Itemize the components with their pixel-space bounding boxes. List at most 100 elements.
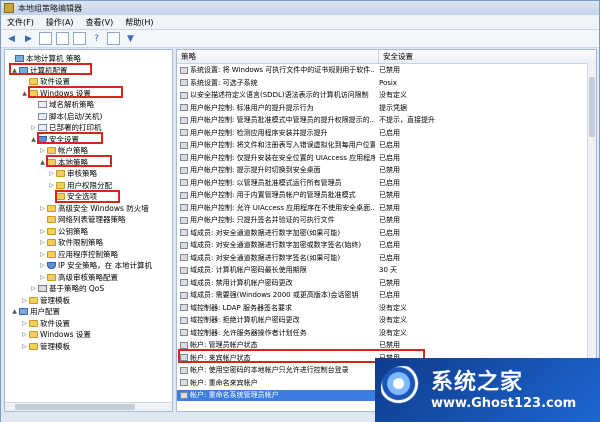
expand-arrow-icon[interactable]: ▷ — [39, 274, 46, 281]
menu-view[interactable]: 查看(V) — [80, 17, 120, 28]
tree-item[interactable]: ▷ 应用程序控制策略 — [39, 249, 118, 260]
expand-arrow-icon[interactable]: ▷ — [21, 343, 28, 350]
table-row[interactable]: 系统设置: 将 Windows 可执行文件中的证书规则用于软件... 已禁用 — [177, 65, 596, 76]
table-row[interactable]: 域控制器: 拒绝计算机帐户密码更改 没有定义 — [177, 315, 596, 326]
policy-cell: 帐户: 重命名来宾帐户 — [177, 378, 375, 388]
tree-item[interactable]: ▷ 软件设置 — [21, 318, 70, 329]
collapse-arrow-icon[interactable]: ▲ — [11, 308, 18, 315]
expand-arrow-icon[interactable]: ▷ — [39, 147, 46, 154]
table-row[interactable]: 域成员: 需要强(Windows 2000 或更高版本)会话密钥 已启用 — [177, 290, 596, 301]
tree-item[interactable]: ▷ 基于策略的 QoS — [30, 283, 104, 294]
collapse-arrow-icon[interactable]: ▲ — [39, 159, 46, 166]
tree-item[interactable]: ▷ 公钥策略 — [39, 226, 88, 237]
shield-icon — [47, 262, 56, 269]
tree-item[interactable]: ▷ 软件限制策略 — [39, 237, 103, 248]
table-row[interactable]: 用户帐户控制: 将文件和注册表写入错误虚拟化到每用户位置 已启用 — [177, 140, 596, 151]
column-policy[interactable]: 策略 — [177, 50, 379, 63]
table-row[interactable]: 用户帐户控制: 仅提升安装在安全位置的 UIAccess 应用程序 已启用 — [177, 153, 596, 164]
policy-name: 用户帐户控制: 用于内置管理员帐户的管理员批准模式 — [190, 191, 356, 200]
tree-item[interactable]: ▷ 高级安全 Windows 防火墙 — [39, 203, 149, 214]
show-tree-icon[interactable] — [56, 32, 69, 45]
table-row[interactable]: 用户帐户控制: 只提升签名并验证的可执行文件 已禁用 — [177, 215, 596, 226]
collapse-arrow-icon[interactable]: ▲ — [21, 90, 28, 97]
tree-pane[interactable]: 本地计算机 策略 ▲ 计算机配置 软件设置 ▲ Windows 设置 域名解析策略 脚本(启动… — [4, 49, 173, 412]
table-row[interactable]: 域成员: 对安全通道数据进行数字签名(如果可能) 已启用 — [177, 253, 596, 264]
expand-arrow-icon[interactable]: ▷ — [48, 170, 55, 177]
tree-item[interactable]: ▷ 管理模板 — [21, 341, 70, 352]
tree-item-label: 软件限制策略 — [58, 238, 103, 247]
table-row[interactable]: 用户帐户控制: 允许 UIAccess 应用程序在不使用安全桌面... 已禁用 — [177, 203, 596, 214]
table-row[interactable]: 用户帐户控制: 管理员批准模式中管理员的提升权限提示的... 不提示，直接提升 — [177, 115, 596, 126]
expand-arrow-icon[interactable]: ▷ — [39, 239, 46, 246]
tree-item[interactable]: ▷ 用户权限分配 — [48, 180, 112, 191]
tree-item[interactable]: ▲ 安全设置 — [30, 134, 79, 145]
help-icon[interactable]: ? — [90, 32, 103, 45]
expand-arrow-icon[interactable]: ▷ — [21, 297, 28, 304]
column-security-setting[interactable]: 安全设置 — [379, 50, 589, 63]
menu-help[interactable]: 帮助(H) — [119, 17, 159, 28]
tree-item[interactable]: ▲ Windows 设置 — [21, 88, 91, 99]
tree-item[interactable]: 本地计算机 策略 — [7, 53, 81, 64]
tree-item[interactable]: ▷ 已部署的打印机 — [30, 122, 101, 133]
table-row[interactable]: 域成员: 对安全通道数据进行数字加密(如果可能) 已启用 — [177, 228, 596, 239]
table-row[interactable]: 帐户: 管理员帐户状态 已禁用 — [177, 340, 596, 351]
table-row[interactable]: 用户帐户控制: 提示提升时切换到安全桌面 已禁用 — [177, 165, 596, 176]
table-row[interactable]: 以安全描述符定义语言(SDDL)语法表示的计算机访问限制 没有定义 — [177, 90, 596, 101]
expand-arrow-icon[interactable]: ▷ — [30, 285, 37, 292]
menu-action[interactable]: 操作(A) — [40, 17, 80, 28]
expand-arrow-icon[interactable]: ▷ — [39, 251, 46, 258]
table-row[interactable]: 域成员: 对安全通道数据进行数字加密或数字签名(始终) 已启用 — [177, 240, 596, 251]
expand-arrow-icon[interactable]: ▷ — [21, 320, 28, 327]
expand-arrow-icon[interactable]: ▷ — [21, 331, 28, 338]
policy-icon — [180, 154, 188, 162]
table-row[interactable]: 用户帐户控制: 用于内置管理员帐户的管理员批准模式 已禁用 — [177, 190, 596, 201]
tree-item[interactable]: ▷ 帐户策略 — [39, 145, 88, 156]
security-setting-value: 已禁用 — [379, 166, 400, 175]
table-row[interactable]: 域成员: 禁用计算机帐户密码更改 已禁用 — [177, 278, 596, 289]
up-icon[interactable] — [39, 32, 52, 45]
tree-item[interactable]: ▲ 本地策略 — [39, 157, 88, 168]
collapse-arrow-icon[interactable]: ▲ — [11, 67, 18, 74]
security-setting-value: 已禁用 — [379, 278, 400, 287]
policy-name: 以安全描述符定义语言(SDDL)语法表示的计算机访问限制 — [190, 91, 369, 100]
tree-horizontal-scrollbar[interactable] — [5, 402, 172, 411]
properties-icon[interactable] — [107, 32, 120, 45]
tree-item[interactable]: ▷ Windows 设置 — [21, 329, 91, 340]
table-row[interactable]: 用户帐户控制: 检测应用程序安装并提示提升 已启用 — [177, 128, 596, 139]
tree-item[interactable]: ▷ 审核策略 — [48, 168, 97, 179]
scroll-thumb[interactable] — [15, 404, 135, 410]
table-row[interactable]: 域控制器: LDAP 服务器签名要求 没有定义 — [177, 303, 596, 314]
policy-name: 域成员: 对安全通道数据进行数字加密或数字签名(始终) — [190, 241, 362, 250]
policy-cell: 域成员: 对安全通道数据进行数字加密或数字签名(始终) — [177, 240, 375, 250]
back-icon[interactable]: ◀ — [5, 32, 18, 45]
tree-item[interactable]: 安全选项 — [48, 191, 97, 202]
table-row[interactable]: 系统设置: 可选子系统 Posix — [177, 78, 596, 89]
tree-item[interactable]: 脚本(启动/关机) — [30, 111, 102, 122]
expand-arrow-icon[interactable]: ▷ — [48, 182, 55, 189]
policy-icon — [180, 79, 188, 87]
security-setting-value: Posix — [379, 78, 397, 87]
table-row[interactable]: 域成员: 计算机帐户密码最长使用期限 30 天 — [177, 265, 596, 276]
tree-item[interactable]: ▲ 用户配置 — [11, 306, 60, 317]
expand-arrow-icon[interactable]: ▷ — [30, 124, 37, 131]
tree-item[interactable]: ▷ 高级审核策略配置 — [39, 272, 118, 283]
tree-item[interactable]: ▲ 计算机配置 — [11, 65, 67, 76]
filter-icon[interactable]: ▼ — [124, 32, 137, 45]
expand-arrow-icon[interactable]: ▷ — [39, 205, 46, 212]
tree-item[interactable]: 域名解析策略 — [30, 99, 94, 110]
expand-arrow-icon[interactable]: ▷ — [39, 262, 46, 269]
table-row[interactable]: 域控制器: 允许服务器操作者计划任务 没有定义 — [177, 328, 596, 339]
table-row[interactable]: 用户帐户控制: 以管理员批准模式运行所有管理员 已启用 — [177, 178, 596, 189]
tree-item[interactable]: 软件设置 — [21, 76, 70, 87]
tree-item[interactable]: ▷ 管理模板 — [21, 295, 70, 306]
collapse-arrow-icon[interactable]: ▲ — [30, 136, 37, 143]
policy-name: 帐户: 重命名来宾帐户 — [190, 378, 258, 387]
menu-file[interactable]: 文件(F) — [1, 17, 40, 28]
table-row[interactable]: 用户帐户控制: 标准用户的提升提示行为 提示凭据 — [177, 103, 596, 114]
expand-arrow-icon[interactable]: ▷ — [39, 228, 46, 235]
security-setting-value: 已启用 — [379, 153, 400, 162]
forward-icon[interactable]: ▶ — [22, 32, 35, 45]
tree-item[interactable]: ▷ IP 安全策略，在 本地计算机 — [39, 260, 152, 271]
tree-item[interactable]: 网络列表管理器策略 — [39, 214, 126, 225]
export-icon[interactable] — [73, 32, 86, 45]
